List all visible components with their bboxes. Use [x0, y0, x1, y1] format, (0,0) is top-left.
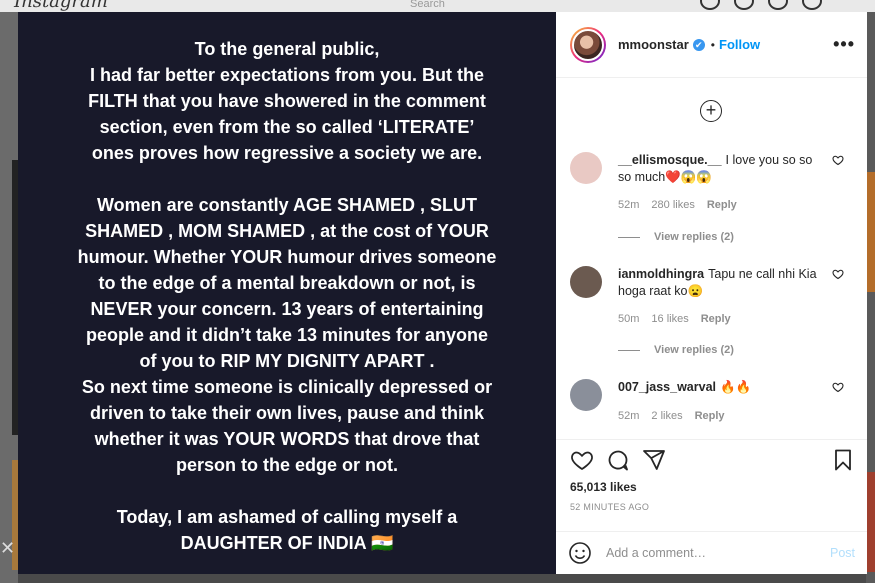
post-text-line: To the general public, [194, 39, 380, 59]
comment-meta: 52m 280 likes Reply [618, 199, 749, 211]
background-search: Search [410, 0, 445, 10]
post-text-line: to the edge of a mental breakdown or not… [98, 273, 476, 293]
comment-time[interactable]: 50m [618, 313, 639, 325]
home-icon [700, 0, 720, 10]
verified-icon: ✔ [692, 38, 705, 51]
post-text-line: humour. Whether YOUR humour drives someo… [77, 247, 497, 267]
explore-icon [768, 0, 788, 10]
comment-username[interactable]: ianmoldhingra [618, 267, 704, 281]
follow-button[interactable]: Follow [719, 37, 760, 52]
view-replies-label: View replies (2) [654, 231, 734, 243]
avatar[interactable] [570, 379, 602, 411]
emoji-icon[interactable] [568, 541, 592, 565]
post-text-paragraph: Women are constantly AGE SHAMED , SLUT SH… [18, 192, 556, 478]
view-replies-button[interactable]: View replies (2) [618, 344, 734, 356]
comment-time[interactable]: 52m [618, 199, 639, 211]
like-heart-icon[interactable] [570, 448, 594, 472]
post-text-line: I had far better expectations from you. … [89, 65, 485, 85]
more-options-icon[interactable]: ••• [833, 34, 855, 55]
view-replies-button[interactable]: View replies (2) [618, 231, 734, 243]
post-text-line: people and it didn’t take 13 minutes for… [85, 325, 489, 345]
avatar[interactable] [570, 26, 606, 63]
post-text-line: person to the edge or not. [175, 455, 398, 475]
comment-likes[interactable]: 16 likes [651, 313, 688, 325]
separator-dot: • [710, 37, 715, 52]
author-username[interactable]: mmoonstar [618, 37, 689, 52]
post-comment-button[interactable]: Post [830, 546, 855, 560]
post-timestamp: 52 MINUTES AGO [570, 502, 650, 512]
reply-button[interactable]: Reply [701, 313, 731, 325]
post-text-line: whether it was YOUR WORDS that drove tha… [94, 429, 480, 449]
post-text-line: FILTH that you have showered in the comm… [88, 91, 486, 111]
comment-username[interactable]: 007_jass_warval [618, 380, 716, 394]
comment-body: ianmoldhingra Tapu ne call nhi Kia hoga r… [618, 266, 828, 300]
comment-meta: 52m 2 likes Reply [618, 410, 737, 422]
messenger-icon [734, 0, 754, 10]
post-text-line: Today, I am ashamed of calling myself a [116, 507, 458, 527]
post-text-line: NEVER your concern. 13 years of entertai… [90, 299, 484, 319]
comment-like-icon[interactable] [832, 381, 844, 393]
post-text-paragraph: Today, I am ashamed of calling myself a D… [18, 504, 556, 556]
comment-text: 🔥🔥 [720, 380, 752, 394]
reply-button[interactable]: Reply [695, 410, 725, 422]
post-header: mmoonstar ✔ • Follow ••• [556, 12, 867, 78]
add-comment-bar: Post [556, 531, 867, 574]
add-comment-input[interactable] [606, 546, 830, 560]
post-text-line: of you to RIP MY DIGNITY APART . [139, 351, 435, 371]
comment-likes[interactable]: 280 likes [651, 199, 694, 211]
instagram-logo: Instagram [14, 0, 108, 12]
background-right [866, 12, 875, 583]
comment-like-icon[interactable] [832, 268, 844, 280]
share-icon[interactable] [642, 448, 666, 472]
post-text-line: driven to take their own lives, pause an… [89, 403, 485, 423]
comment-time[interactable]: 52m [618, 410, 639, 422]
comment-username[interactable]: __ellismosque.__ [618, 153, 722, 167]
post-caption-image-text: To the general public, I had far better e… [18, 36, 556, 582]
close-icon[interactable]: ✕ [0, 538, 15, 559]
comment-likes[interactable]: 2 likes [651, 410, 682, 422]
avatar[interactable] [570, 152, 602, 184]
post-text-paragraph: To the general public, I had far better e… [18, 36, 556, 166]
comment-body: 007_jass_warval 🔥🔥 [618, 379, 828, 396]
load-more-comments-icon[interactable]: + [700, 100, 722, 122]
view-replies-label: View replies (2) [654, 344, 734, 356]
bookmark-icon[interactable] [831, 448, 855, 472]
comment-meta: 50m 16 likes Reply [618, 313, 743, 325]
post-text-line: Women are constantly AGE SHAMED , SLUT [96, 195, 478, 215]
post-text-line: DAUGHTER OF INDIA 🇮🇳 [180, 533, 394, 553]
post-text-line: section, even from the so called ‘LITERA… [99, 117, 475, 137]
background-topbar: Instagram Search [0, 0, 875, 12]
comment-body: __ellismosque.__ I love you so so so much… [618, 152, 828, 186]
post-text-line: SHAMED , MOM SHAMED , at the cost of YOU… [85, 221, 489, 241]
likes-count[interactable]: 65,013 likes [570, 480, 637, 494]
post-image: To the general public, I had far better e… [18, 12, 556, 574]
post-text-line: So next time someone is clinically depre… [81, 377, 493, 397]
post-text-line: ones proves how regressive a society we … [91, 143, 483, 163]
comment-icon[interactable] [606, 448, 630, 472]
post-side-panel: mmoonstar ✔ • Follow ••• + __ellismosque… [556, 12, 867, 574]
background-nav-icons [700, 0, 822, 10]
avatar[interactable] [570, 266, 602, 298]
reply-button[interactable]: Reply [707, 199, 737, 211]
comment-like-icon[interactable] [832, 154, 844, 166]
activity-icon [802, 0, 822, 10]
